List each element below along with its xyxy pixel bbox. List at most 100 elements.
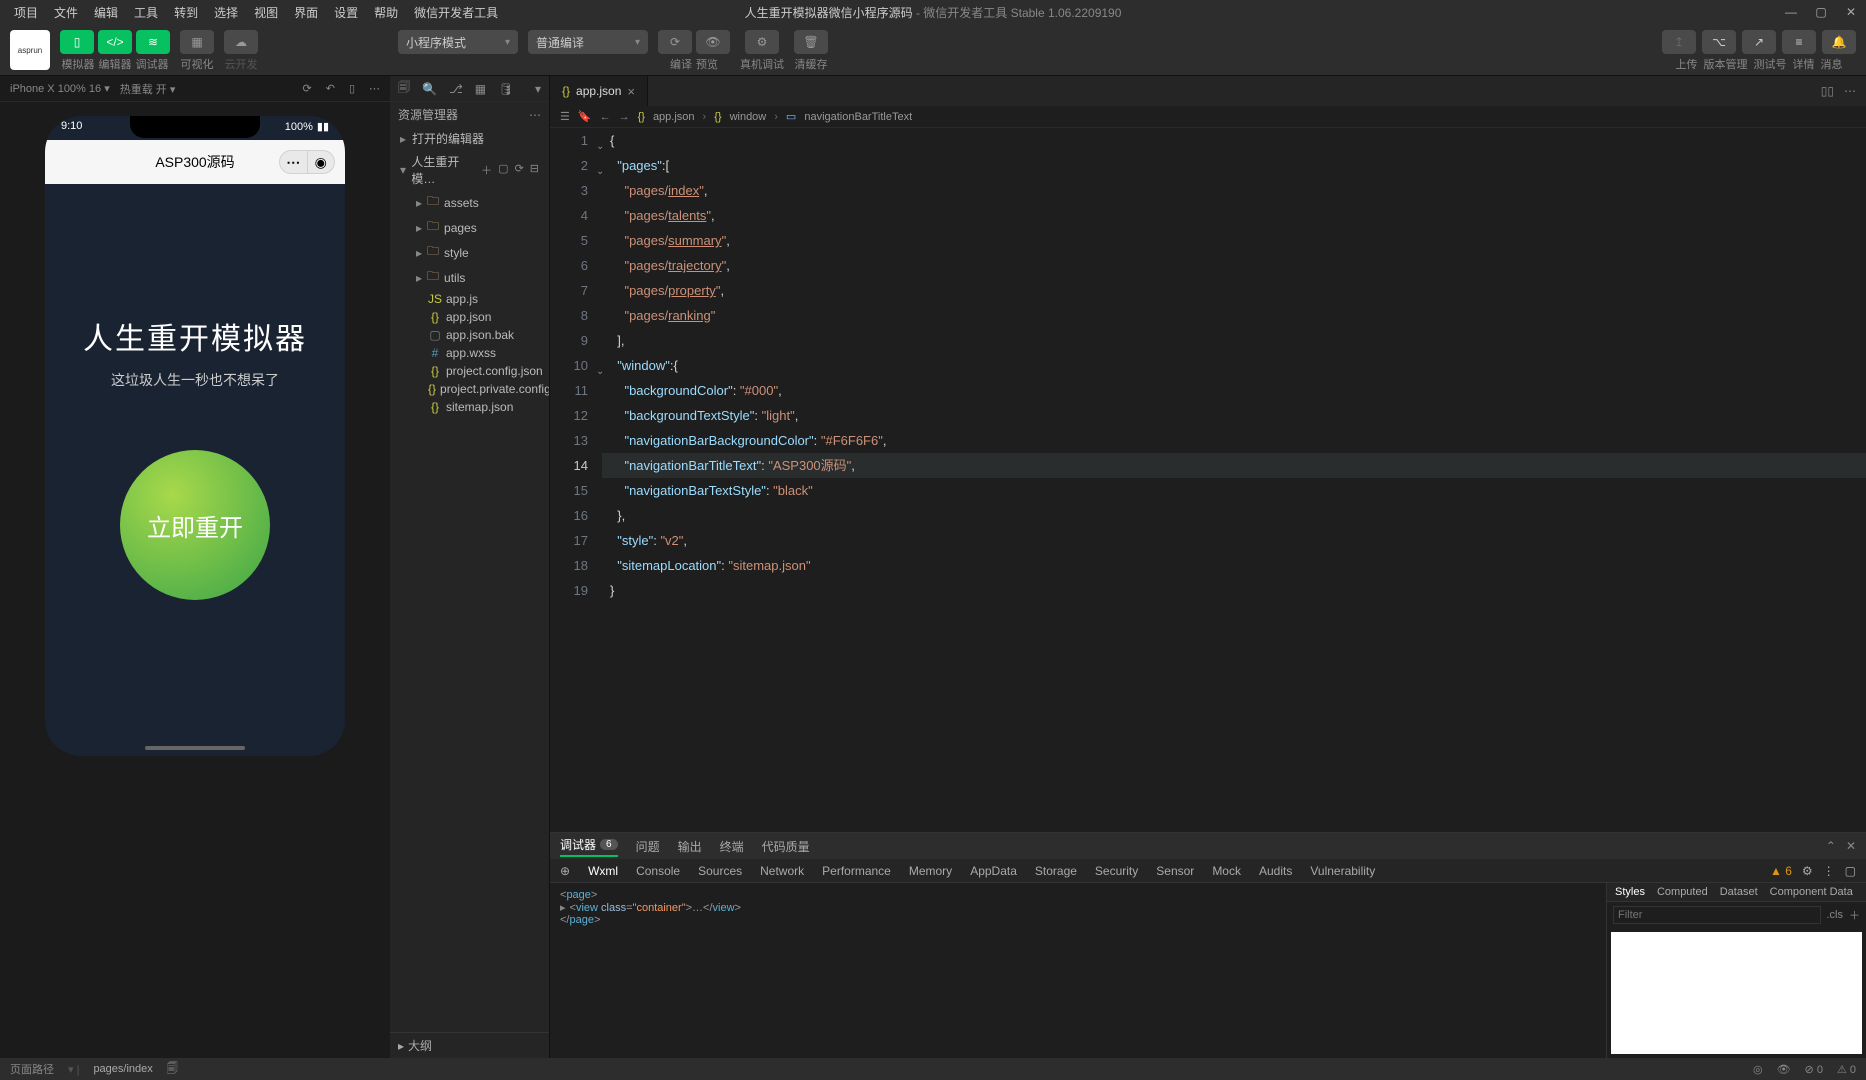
styletab-dataset[interactable]: Dataset	[1720, 886, 1758, 898]
devtab-storage[interactable]: Storage	[1035, 864, 1077, 878]
opened-editors-section[interactable]: ▸打开的编辑器	[390, 127, 549, 150]
search-icon[interactable]: 🔍	[422, 82, 437, 96]
file-app.json.bak[interactable]: ▢app.json.bak	[424, 326, 549, 344]
menu-编辑[interactable]: 编辑	[88, 2, 124, 23]
devtab-performance[interactable]: Performance	[822, 864, 891, 878]
compile-select[interactable]: 普通编译▾	[528, 30, 648, 54]
cloud-button[interactable]: ☁	[224, 30, 258, 54]
collapse-icon[interactable]: ⊟	[530, 162, 539, 178]
file-project.config.json[interactable]: {}project.config.json	[424, 362, 549, 380]
folder-style[interactable]: ▸🗀style	[412, 240, 549, 265]
preview-button[interactable]: 👁	[696, 30, 730, 54]
menu-项目[interactable]: 项目	[8, 2, 44, 23]
breadcrumb[interactable]: ☰ 🔖 ← → {}app.json› {}window› ▭navigatio…	[550, 106, 1866, 128]
phone-icon[interactable]: ▯	[349, 82, 355, 95]
dbg-tab-代码质量[interactable]: 代码质量	[762, 838, 810, 855]
cls-toggle[interactable]: .cls	[1827, 909, 1844, 921]
maximize-button[interactable]: ▢	[1812, 5, 1830, 19]
project-section[interactable]: ▾人生重开模… ＋▢⟳⊟	[390, 150, 549, 190]
dbg-tab-调试器[interactable]: 调试器6	[560, 836, 618, 857]
visualize-button[interactable]: ▦	[180, 30, 214, 54]
styles-filter-input[interactable]	[1613, 906, 1821, 924]
eye-icon[interactable]: 👁	[1777, 1063, 1791, 1076]
devtab-wxml[interactable]: Wxml	[588, 864, 618, 878]
dbg-tab-终端[interactable]: 终端	[720, 838, 744, 855]
mode-select[interactable]: 小程序模式▾	[398, 30, 518, 54]
devtab-memory[interactable]: Memory	[909, 864, 952, 878]
folder-utils[interactable]: ▸🗀utils	[412, 265, 549, 290]
add-style-button[interactable]: ＋	[1849, 907, 1860, 923]
phone-capsule[interactable]: ⋯◉	[279, 150, 335, 174]
styletab-computed[interactable]: Computed	[1657, 886, 1708, 898]
phone-simulator[interactable]: 9:10 100%▮▮ ASP300源码 ⋯◉ 人生重开模拟器 这垃圾人生一秒也…	[45, 116, 345, 756]
wxml-tree[interactable]: <page> ▸<view class="container">…</view>…	[550, 883, 1606, 1058]
element-picker-icon[interactable]: ⊕	[560, 864, 570, 878]
reload-toggle[interactable]: 热重载 开 ▾	[120, 81, 176, 97]
restart-button[interactable]: 立即重开	[120, 450, 270, 600]
copy-path-icon[interactable]: 🗐	[167, 1060, 178, 1079]
menu-界面[interactable]: 界面	[288, 2, 324, 23]
devtab-security[interactable]: Security	[1095, 864, 1138, 878]
realdebug-button[interactable]: ⚙	[745, 30, 779, 54]
file-app.js[interactable]: JSapp.js	[424, 290, 549, 308]
notify-button[interactable]: 🔔	[1822, 30, 1856, 54]
styletab-styles[interactable]: Styles	[1615, 886, 1645, 898]
list-icon[interactable]: ☰	[560, 110, 570, 123]
more-icon[interactable]: ⋯	[369, 82, 380, 95]
editor-tab[interactable]: </>	[98, 30, 132, 54]
simulator-tab[interactable]: ▯	[60, 30, 94, 54]
refresh-icon[interactable]: ⟳	[515, 162, 524, 178]
devtab-vulnerability[interactable]: Vulnerability	[1310, 864, 1375, 878]
upload-button[interactable]: ↥	[1662, 30, 1696, 54]
tab-more-icon[interactable]: ⋯	[1844, 84, 1856, 98]
version-button[interactable]: ⌥	[1702, 30, 1736, 54]
clearcache-button[interactable]: 🗑	[794, 30, 828, 54]
folder-pages[interactable]: ▸🗀pages	[412, 215, 549, 240]
file-app.json[interactable]: {}app.json	[424, 308, 549, 326]
devtab-audits[interactable]: Audits	[1259, 864, 1292, 878]
files-icon[interactable]: 🗐	[398, 78, 410, 99]
back-icon[interactable]: ←	[600, 111, 611, 123]
editor-tab-app-json[interactable]: {} app.json ×	[550, 76, 648, 106]
outline-section[interactable]: ▸大纲	[390, 1032, 549, 1058]
newfolder-icon[interactable]: ▢	[498, 162, 508, 178]
close-button[interactable]: ✕	[1842, 5, 1860, 19]
detail-button[interactable]: ≡	[1782, 30, 1816, 54]
menu-视图[interactable]: 视图	[248, 2, 284, 23]
folder-assets[interactable]: ▸🗀assets	[412, 190, 549, 215]
warnings-badge[interactable]: ▲ 6	[1770, 864, 1792, 878]
forward-icon[interactable]: →	[619, 111, 630, 123]
menu-文件[interactable]: 文件	[48, 2, 84, 23]
explorer-menu[interactable]: ⋯	[529, 108, 541, 122]
testid-button[interactable]: ↗	[1742, 30, 1776, 54]
menu-工具[interactable]: 工具	[128, 2, 164, 23]
devtab-mock[interactable]: Mock	[1212, 864, 1241, 878]
file-app.wxss[interactable]: #app.wxss	[424, 344, 549, 362]
warn-count[interactable]: ⚠ 0	[1837, 1063, 1856, 1076]
menu-微信开发者工具[interactable]: 微信开发者工具	[408, 2, 504, 23]
page-path[interactable]: pages/index	[93, 1063, 152, 1075]
gear-icon[interactable]: ⚙	[1802, 864, 1813, 878]
more-icon[interactable]: ▾	[535, 82, 541, 96]
dock-icon[interactable]: ▢	[1845, 864, 1856, 878]
inspect-icon[interactable]: ◎	[1753, 1063, 1763, 1076]
file-sitemap.json[interactable]: {}sitemap.json	[424, 398, 549, 416]
newfile-icon[interactable]: ＋	[481, 162, 492, 178]
panel-up-icon[interactable]: ⌃	[1826, 839, 1836, 853]
minimize-button[interactable]: —	[1782, 5, 1800, 19]
ext-icon[interactable]: ▦	[475, 82, 486, 96]
error-count[interactable]: ⊘ 0	[1805, 1063, 1823, 1076]
debugger-tab[interactable]: ≋	[136, 30, 170, 54]
menu-设置[interactable]: 设置	[328, 2, 364, 23]
devtab-sources[interactable]: Sources	[698, 864, 742, 878]
dbg-tab-输出[interactable]: 输出	[678, 838, 702, 855]
split-icon[interactable]: ▯▯	[1821, 84, 1834, 98]
dbg-tab-问题[interactable]: 问题	[636, 838, 660, 855]
file-project.private.config.js...[interactable]: {}project.private.config.js...	[424, 380, 549, 398]
devtab-network[interactable]: Network	[760, 864, 804, 878]
menu-选择[interactable]: 选择	[208, 2, 244, 23]
kebab-icon[interactable]: ⋮	[1823, 864, 1835, 878]
menu-帮助[interactable]: 帮助	[368, 2, 404, 23]
devtab-console[interactable]: Console	[636, 864, 680, 878]
device-select[interactable]: iPhone X 100% 16 ▾	[10, 82, 110, 95]
